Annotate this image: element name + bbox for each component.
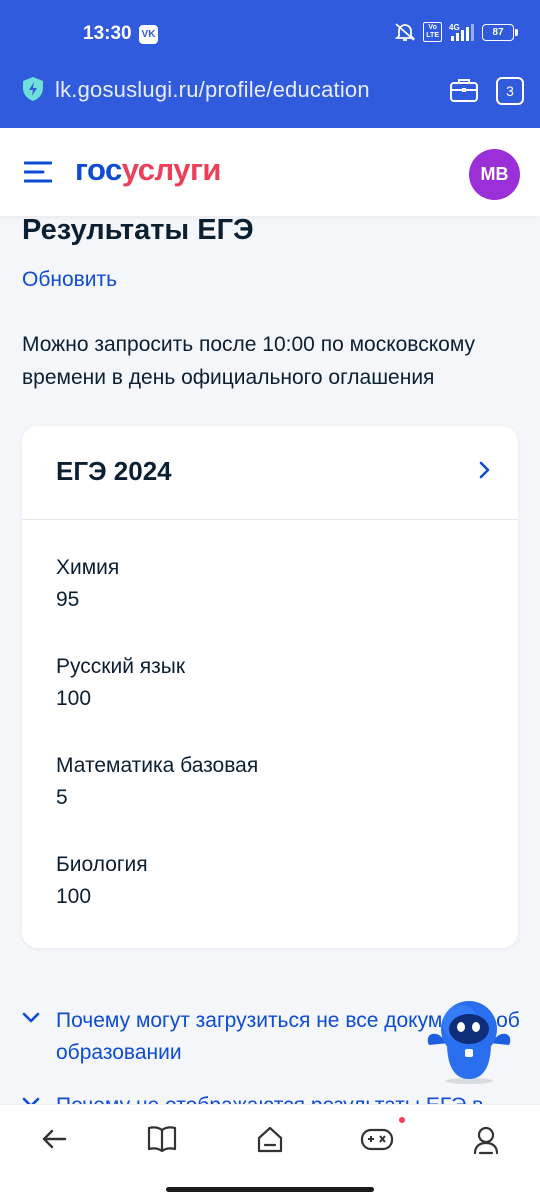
secure-shield-icon[interactable] [21, 76, 45, 107]
logo-part-gos: гос [75, 152, 122, 187]
exam-card-header[interactable]: ЕГЭ 2024 [22, 426, 518, 520]
back-arrow-icon[interactable] [34, 1125, 74, 1165]
tabs-count-button[interactable]: 3 [496, 77, 524, 105]
status-time: 13:30 [83, 23, 132, 44]
subject-score: 95 [56, 588, 80, 611]
notification-dot [399, 1117, 405, 1123]
subject-score: 5 [56, 786, 68, 809]
exam-card-title: ЕГЭ 2024 [56, 456, 172, 486]
subject-name: Биология [56, 853, 148, 876]
subject-name: Химия [56, 556, 120, 579]
browser-topbar: 13:30 VK Vo LTE 4G 87 lk.gosuslugi.ru/pro… [0, 0, 540, 128]
battery-icon: 87 [482, 23, 518, 41]
mute-icon [394, 22, 416, 42]
chevron-down-icon [22, 1011, 40, 1030]
page-title: Результаты ЕГЭ [22, 214, 254, 246]
refresh-link[interactable]: Обновить [22, 268, 117, 292]
url-bar[interactable]: lk.gosuslugi.ru/profile/education [55, 77, 370, 103]
gosuslugi-logo[interactable]: госуслуги [75, 152, 221, 188]
subject-item: Биология 100 [56, 852, 148, 910]
info-text: Можно запросить после 10:00 по московско… [22, 333, 475, 389]
briefcase-icon[interactable] [449, 77, 479, 108]
subject-item: Математика базовая 5 [56, 753, 258, 811]
faq-item[interactable]: Почему не отображаются результаты ЕГЭ в [22, 1090, 518, 1104]
site-header: госуслуги МВ [0, 128, 540, 216]
volte-icon: Vo LTE [423, 22, 442, 42]
exam-results-card: ЕГЭ 2024 Химия 95 Русский язык 100 Матем… [22, 426, 518, 948]
subject-score: 100 [56, 885, 92, 908]
logo-part-uslugi: услуги [121, 152, 222, 187]
gamepad-icon[interactable] [357, 1125, 397, 1165]
subject-score: 100 [56, 687, 92, 710]
chevron-right-icon[interactable] [478, 461, 492, 484]
chevron-down-icon [22, 1096, 40, 1104]
vk-notification-icon: VK [139, 25, 158, 44]
hamburger-menu-icon[interactable] [23, 161, 53, 188]
home-icon[interactable] [250, 1125, 290, 1165]
signal-icon: 4G [449, 22, 475, 42]
book-icon[interactable] [142, 1125, 182, 1165]
profile-icon[interactable] [466, 1125, 506, 1165]
subject-item: Русский язык 100 [56, 654, 185, 712]
network-label: 4G [449, 23, 460, 32]
home-indicator[interactable] [166, 1187, 374, 1192]
subject-item: Химия 95 [56, 555, 119, 613]
subject-name: Математика базовая [56, 754, 259, 777]
volte-bottom: LTE [426, 32, 439, 39]
status-icons: Vo LTE 4G 87 [394, 22, 518, 42]
bottom-navigation [0, 1104, 540, 1201]
faq-question: Почему не отображаются результаты ЕГЭ в [56, 1090, 518, 1104]
robot-assistant-icon[interactable] [423, 997, 515, 1090]
volte-top: Vo [428, 24, 437, 31]
avatar[interactable]: МВ [469, 149, 520, 200]
subject-name: Русский язык [56, 655, 186, 678]
